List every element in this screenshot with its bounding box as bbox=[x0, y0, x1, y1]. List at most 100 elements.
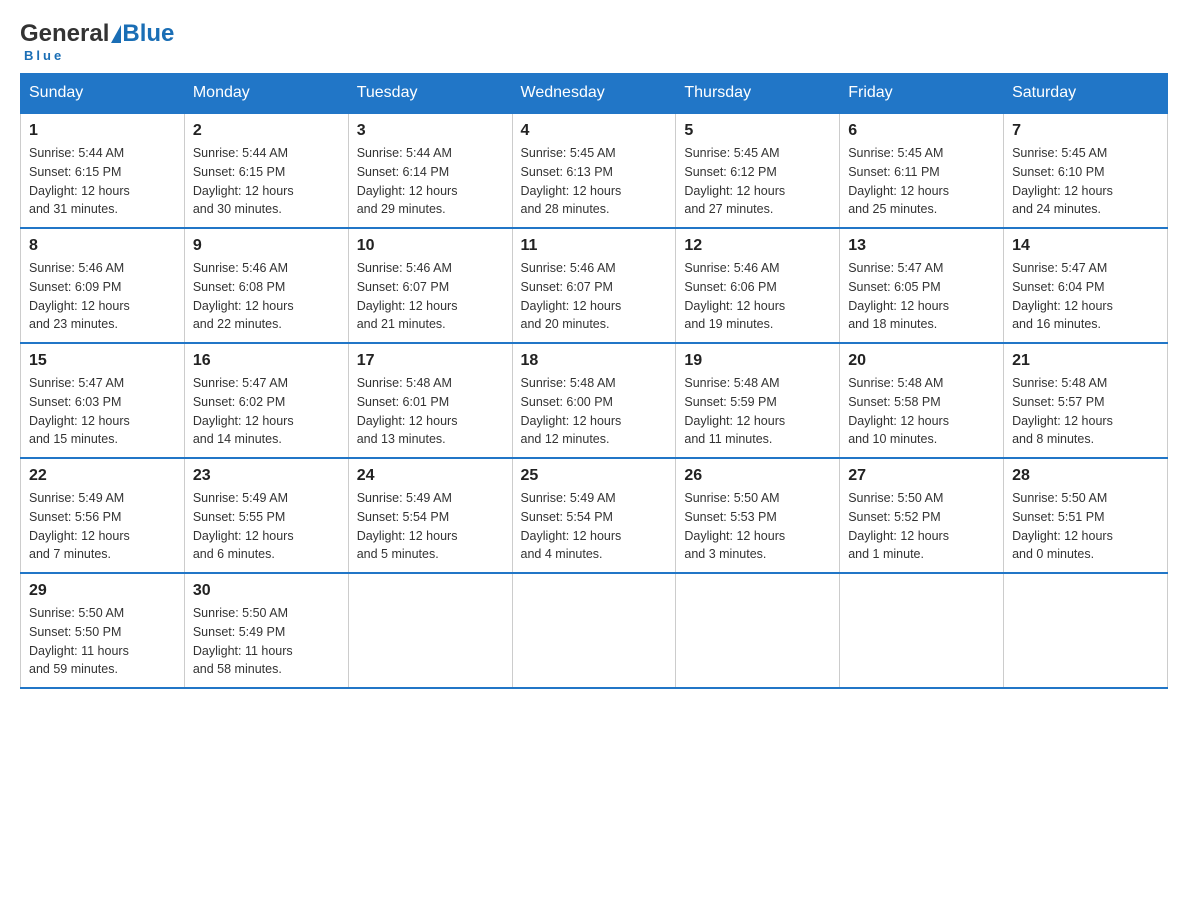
day-number: 5 bbox=[684, 122, 831, 140]
calendar-day-cell: 18 Sunrise: 5:48 AMSunset: 6:00 PMDayligh… bbox=[512, 343, 676, 458]
calendar-day-cell: 8 Sunrise: 5:46 AMSunset: 6:09 PMDaylight… bbox=[21, 228, 185, 343]
calendar-day-cell bbox=[1004, 573, 1168, 688]
day-number: 27 bbox=[848, 467, 995, 485]
header-tuesday: Tuesday bbox=[348, 74, 512, 114]
calendar-day-cell: 25 Sunrise: 5:49 AMSunset: 5:54 PMDayligh… bbox=[512, 458, 676, 573]
day-info: Sunrise: 5:45 AMSunset: 6:11 PMDaylight:… bbox=[848, 144, 995, 219]
day-info: Sunrise: 5:48 AMSunset: 5:57 PMDaylight:… bbox=[1012, 374, 1159, 449]
day-number: 12 bbox=[684, 237, 831, 255]
week-row-5: 29Sunrise: 5:50 AMSunset: 5:50 PMDayligh… bbox=[21, 573, 1168, 688]
logo-triangle-icon bbox=[111, 25, 121, 43]
logo: GeneralBlue Blue bbox=[20, 20, 174, 63]
calendar-day-cell: 15 Sunrise: 5:47 AMSunset: 6:03 PMDayligh… bbox=[21, 343, 185, 458]
calendar-day-cell: 11Sunrise: 5:46 AMSunset: 6:07 PMDayligh… bbox=[512, 228, 676, 343]
calendar-day-cell: 1 Sunrise: 5:44 AMSunset: 6:15 PMDaylight… bbox=[21, 113, 185, 228]
day-number: 2 bbox=[193, 122, 340, 140]
day-info: Sunrise: 5:44 AMSunset: 6:15 PMDaylight:… bbox=[29, 144, 176, 219]
calendar-day-cell: 22 Sunrise: 5:49 AMSunset: 5:56 PMDayligh… bbox=[21, 458, 185, 573]
day-info: Sunrise: 5:49 AMSunset: 5:54 PMDaylight:… bbox=[357, 489, 504, 564]
logo-general: General bbox=[20, 20, 109, 48]
day-info: Sunrise: 5:50 AMSunset: 5:50 PMDaylight:… bbox=[29, 604, 176, 679]
day-info: Sunrise: 5:48 AMSunset: 6:01 PMDaylight:… bbox=[357, 374, 504, 449]
logo-text: General Blue bbox=[20, 20, 174, 48]
calendar-day-cell: 2Sunrise: 5:44 AMSunset: 6:15 PMDaylight… bbox=[184, 113, 348, 228]
header-thursday: Thursday bbox=[676, 74, 840, 114]
header-wednesday: Wednesday bbox=[512, 74, 676, 114]
calendar-day-cell: 7 Sunrise: 5:45 AMSunset: 6:10 PMDaylight… bbox=[1004, 113, 1168, 228]
day-info: Sunrise: 5:50 AMSunset: 5:53 PMDaylight:… bbox=[684, 489, 831, 564]
day-number: 17 bbox=[357, 352, 504, 370]
day-info: Sunrise: 5:47 AMSunset: 6:02 PMDaylight:… bbox=[193, 374, 340, 449]
day-info: Sunrise: 5:49 AMSunset: 5:56 PMDaylight:… bbox=[29, 489, 176, 564]
calendar-table: Sunday Monday Tuesday Wednesday Thursday… bbox=[20, 73, 1168, 689]
day-info: Sunrise: 5:48 AMSunset: 6:00 PMDaylight:… bbox=[521, 374, 668, 449]
day-number: 20 bbox=[848, 352, 995, 370]
logo-blue: Blue bbox=[122, 20, 174, 48]
calendar-day-cell: 14Sunrise: 5:47 AMSunset: 6:04 PMDayligh… bbox=[1004, 228, 1168, 343]
day-info: Sunrise: 5:45 AMSunset: 6:10 PMDaylight:… bbox=[1012, 144, 1159, 219]
day-info: Sunrise: 5:48 AMSunset: 5:59 PMDaylight:… bbox=[684, 374, 831, 449]
header-saturday: Saturday bbox=[1004, 74, 1168, 114]
day-info: Sunrise: 5:48 AMSunset: 5:58 PMDaylight:… bbox=[848, 374, 995, 449]
calendar-day-cell: 5 Sunrise: 5:45 AMSunset: 6:12 PMDaylight… bbox=[676, 113, 840, 228]
calendar-day-cell: 9Sunrise: 5:46 AMSunset: 6:08 PMDaylight… bbox=[184, 228, 348, 343]
day-number: 6 bbox=[848, 122, 995, 140]
week-row-3: 15 Sunrise: 5:47 AMSunset: 6:03 PMDayligh… bbox=[21, 343, 1168, 458]
calendar-header-row: Sunday Monday Tuesday Wednesday Thursday… bbox=[21, 74, 1168, 114]
day-number: 21 bbox=[1012, 352, 1159, 370]
day-number: 24 bbox=[357, 467, 504, 485]
logo-underline: Blue bbox=[22, 48, 64, 63]
day-number: 16 bbox=[193, 352, 340, 370]
day-number: 22 bbox=[29, 467, 176, 485]
calendar-day-cell: 27 Sunrise: 5:50 AMSunset: 5:52 PMDayligh… bbox=[840, 458, 1004, 573]
day-number: 10 bbox=[357, 237, 504, 255]
header-friday: Friday bbox=[840, 74, 1004, 114]
day-number: 7 bbox=[1012, 122, 1159, 140]
day-number: 9 bbox=[193, 237, 340, 255]
day-number: 19 bbox=[684, 352, 831, 370]
day-info: Sunrise: 5:49 AMSunset: 5:54 PMDaylight:… bbox=[521, 489, 668, 564]
calendar-day-cell: 16 Sunrise: 5:47 AMSunset: 6:02 PMDayligh… bbox=[184, 343, 348, 458]
calendar-day-cell: 28Sunrise: 5:50 AMSunset: 5:51 PMDayligh… bbox=[1004, 458, 1168, 573]
day-info: Sunrise: 5:46 AMSunset: 6:07 PMDaylight:… bbox=[357, 259, 504, 334]
calendar-day-cell: 3Sunrise: 5:44 AMSunset: 6:14 PMDaylight… bbox=[348, 113, 512, 228]
day-info: Sunrise: 5:46 AMSunset: 6:07 PMDaylight:… bbox=[521, 259, 668, 334]
day-info: Sunrise: 5:47 AMSunset: 6:03 PMDaylight:… bbox=[29, 374, 176, 449]
day-number: 15 bbox=[29, 352, 176, 370]
calendar-day-cell: 30Sunrise: 5:50 AMSunset: 5:49 PMDayligh… bbox=[184, 573, 348, 688]
calendar-day-cell: 12 Sunrise: 5:46 AMSunset: 6:06 PMDayligh… bbox=[676, 228, 840, 343]
day-info: Sunrise: 5:50 AMSunset: 5:52 PMDaylight:… bbox=[848, 489, 995, 564]
day-number: 18 bbox=[521, 352, 668, 370]
calendar-day-cell: 4Sunrise: 5:45 AMSunset: 6:13 PMDaylight… bbox=[512, 113, 676, 228]
day-number: 26 bbox=[684, 467, 831, 485]
day-info: Sunrise: 5:49 AMSunset: 5:55 PMDaylight:… bbox=[193, 489, 340, 564]
calendar-day-cell: 26 Sunrise: 5:50 AMSunset: 5:53 PMDayligh… bbox=[676, 458, 840, 573]
header-sunday: Sunday bbox=[21, 74, 185, 114]
calendar-day-cell bbox=[512, 573, 676, 688]
calendar-day-cell: 19 Sunrise: 5:48 AMSunset: 5:59 PMDayligh… bbox=[676, 343, 840, 458]
day-info: Sunrise: 5:47 AMSunset: 6:05 PMDaylight:… bbox=[848, 259, 995, 334]
calendar-day-cell bbox=[676, 573, 840, 688]
day-info: Sunrise: 5:46 AMSunset: 6:09 PMDaylight:… bbox=[29, 259, 176, 334]
day-number: 30 bbox=[193, 582, 340, 600]
day-info: Sunrise: 5:46 AMSunset: 6:06 PMDaylight:… bbox=[684, 259, 831, 334]
calendar-day-cell: 21 Sunrise: 5:48 AMSunset: 5:57 PMDayligh… bbox=[1004, 343, 1168, 458]
calendar-day-cell bbox=[840, 573, 1004, 688]
day-number: 8 bbox=[29, 237, 176, 255]
day-number: 14 bbox=[1012, 237, 1159, 255]
calendar-day-cell: 6 Sunrise: 5:45 AMSunset: 6:11 PMDaylight… bbox=[840, 113, 1004, 228]
page-header: GeneralBlue Blue bbox=[20, 20, 1168, 63]
day-number: 23 bbox=[193, 467, 340, 485]
day-info: Sunrise: 5:45 AMSunset: 6:12 PMDaylight:… bbox=[684, 144, 831, 219]
week-row-4: 22 Sunrise: 5:49 AMSunset: 5:56 PMDayligh… bbox=[21, 458, 1168, 573]
day-info: Sunrise: 5:45 AMSunset: 6:13 PMDaylight:… bbox=[521, 144, 668, 219]
header-monday: Monday bbox=[184, 74, 348, 114]
day-number: 1 bbox=[29, 122, 176, 140]
week-row-1: 1 Sunrise: 5:44 AMSunset: 6:15 PMDaylight… bbox=[21, 113, 1168, 228]
calendar-day-cell: 20 Sunrise: 5:48 AMSunset: 5:58 PMDayligh… bbox=[840, 343, 1004, 458]
calendar-day-cell: 29Sunrise: 5:50 AMSunset: 5:50 PMDayligh… bbox=[21, 573, 185, 688]
day-number: 25 bbox=[521, 467, 668, 485]
day-info: Sunrise: 5:50 AMSunset: 5:51 PMDaylight:… bbox=[1012, 489, 1159, 564]
calendar-day-cell: 13Sunrise: 5:47 AMSunset: 6:05 PMDayligh… bbox=[840, 228, 1004, 343]
calendar-day-cell: 17 Sunrise: 5:48 AMSunset: 6:01 PMDayligh… bbox=[348, 343, 512, 458]
